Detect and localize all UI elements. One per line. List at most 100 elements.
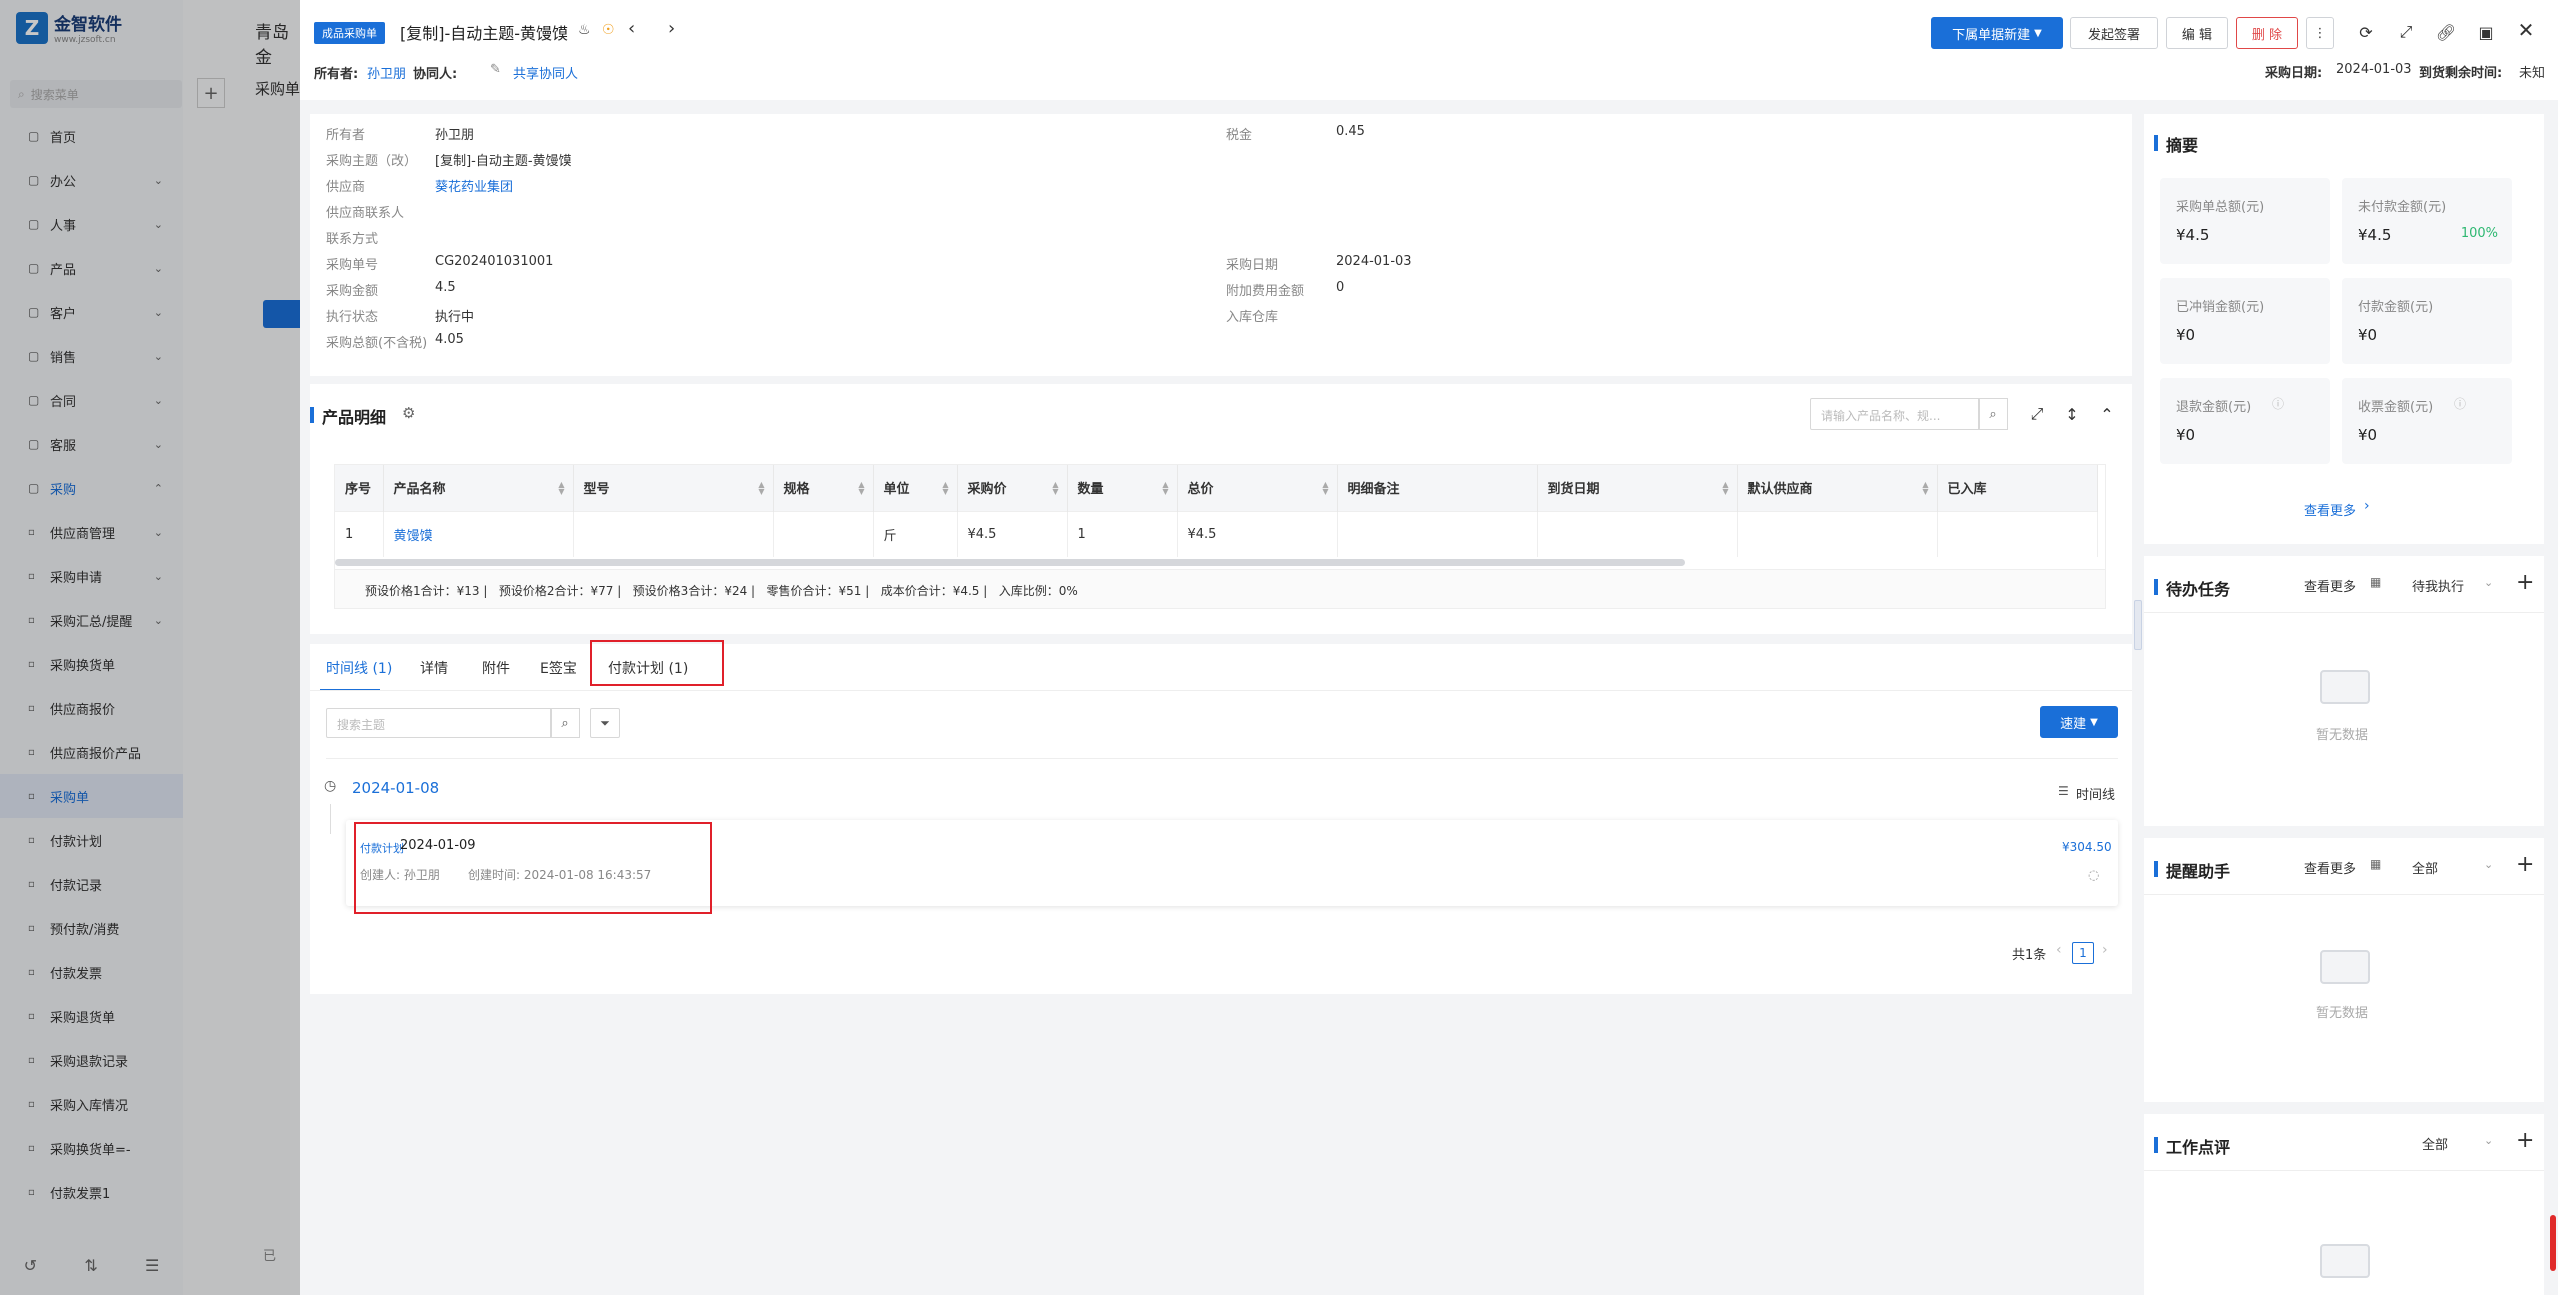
todo-more-link[interactable]: 查看更多	[2304, 576, 2356, 595]
history-icon[interactable]: ↺	[24, 1256, 37, 1275]
share-collab-link[interactable]: 共享协同人	[513, 63, 578, 82]
column-header[interactable]: 单位 ▲ ▼	[873, 465, 958, 511]
column-header[interactable]: 明细备注	[1337, 465, 1538, 511]
sidebar-subitem-9[interactable]: ▫ 预付款/消费	[0, 906, 183, 950]
sidebar-item-4[interactable]: ▢ 客户 ⌄	[0, 290, 183, 334]
fullscreen-icon[interactable]: ⤢	[2394, 20, 2418, 44]
review-filter-select[interactable]: 全部	[2422, 1134, 2448, 1153]
table-cell[interactable]: 黄馒馍	[383, 510, 574, 557]
column-header[interactable]: 默认供应商 ▲ ▼	[1737, 465, 1938, 511]
column-header[interactable]: 到货日期 ▲ ▼	[1537, 465, 1738, 511]
sidebar-item-0[interactable]: ▢ 首页	[0, 114, 183, 158]
sort-icon[interactable]: ▲ ▼	[1722, 481, 1728, 496]
sidebar-item-2[interactable]: ▢ 人事 ⌄	[0, 202, 183, 246]
column-header[interactable]: 总价 ▲ ▼	[1177, 465, 1338, 511]
calendar-icon[interactable]: ▦	[2370, 575, 2381, 589]
print-icon[interactable]: ▣	[2474, 20, 2498, 44]
sort-icon[interactable]: ▲ ▼	[558, 481, 564, 496]
tab-0[interactable]: 时间线 (1)	[326, 658, 392, 678]
edit-button[interactable]: 编 辑	[2166, 17, 2228, 49]
settings-gear-icon[interactable]: ⚙	[402, 404, 415, 422]
refresh-icon[interactable]: ⟳	[2354, 20, 2378, 44]
summary-more-link[interactable]: 查看更多	[2304, 500, 2356, 519]
sort-icon[interactable]: ▲ ▼	[1322, 481, 1328, 496]
floating-scroll-indicator[interactable]	[2550, 1215, 2556, 1271]
calendar-icon[interactable]: ▦	[2370, 857, 2381, 871]
expand-icon[interactable]: ⤢	[2025, 402, 2049, 426]
sort-icon[interactable]: ▲ ▼	[1052, 481, 1058, 496]
sort-icon[interactable]: ▲ ▼	[1922, 481, 1928, 496]
sidebar-subitem-12[interactable]: ▫ 采购退款记录	[0, 1038, 183, 1082]
sidebar-subitem-1[interactable]: ▫ 采购申请 ⌄	[0, 554, 183, 598]
add-todo-icon[interactable]: +	[2516, 570, 2534, 595]
sort-icon[interactable]: ▲ ▼	[1162, 481, 1168, 496]
vertical-resize-icon[interactable]: ↕	[2060, 402, 2084, 426]
column-header[interactable]: 采购价 ▲ ▼	[957, 465, 1068, 511]
prev-record-icon[interactable]: ‹	[628, 18, 635, 39]
page-prev-icon[interactable]: ‹	[2056, 942, 2062, 958]
column-header[interactable]: 序号	[335, 465, 384, 511]
help-icon[interactable]: ⓘ	[2454, 395, 2466, 412]
sidebar-subitem-8[interactable]: ▫ 付款记录	[0, 862, 183, 906]
sidebar-item-6[interactable]: ▢ 合同 ⌄	[0, 378, 183, 422]
sort-icon[interactable]: ▲ ▼	[942, 481, 948, 496]
sidebar-item-3[interactable]: ▢ 产品 ⌄	[0, 246, 183, 290]
comment-icon[interactable]: ◌	[2088, 868, 2099, 883]
sidebar-subitem-4[interactable]: ▫ 供应商报价	[0, 686, 183, 730]
page-next-icon[interactable]: ›	[2102, 942, 2108, 958]
info-value[interactable]: 葵花药业集团	[435, 176, 513, 195]
tab-2[interactable]: 附件	[482, 658, 510, 678]
reminder-filter-select[interactable]: 全部	[2412, 858, 2438, 877]
basket-icon[interactable]: ♨	[578, 22, 591, 38]
sidebar-subitem-14[interactable]: ▫ 采购换货单=-	[0, 1126, 183, 1170]
delete-button[interactable]: 删 除	[2236, 17, 2298, 49]
add-menu-button[interactable]: +	[197, 78, 225, 108]
timeline-view-icon[interactable]: ☰	[2058, 784, 2069, 798]
sidebar-item-5[interactable]: ▢ 销售 ⌄	[0, 334, 183, 378]
table-row[interactable]: 1 黄馒馍斤 ¥4.5 1 ¥4.5	[335, 510, 2098, 557]
column-header[interactable]: 数量 ▲ ▼	[1067, 465, 1178, 511]
timeline-view-label[interactable]: 时间线	[2076, 784, 2115, 803]
sidebar-subitem-15[interactable]: ▫ 付款发票1	[0, 1170, 183, 1214]
add-reminder-icon[interactable]: +	[2516, 852, 2534, 877]
sign-button[interactable]: 发起签署	[2070, 17, 2158, 49]
sidebar-item-1[interactable]: ▢ 办公 ⌄	[0, 158, 183, 202]
more-actions-icon[interactable]: ⋮	[2306, 17, 2334, 49]
add-review-icon[interactable]: +	[2516, 1128, 2534, 1153]
menu-search-input[interactable]: ⌕ 搜索菜单	[10, 80, 182, 108]
sidebar-subitem-2[interactable]: ▫ 采购汇总/提醒 ⌄	[0, 598, 183, 642]
sidebar-subitem-0[interactable]: ▫ 供应商管理 ⌄	[0, 510, 183, 554]
collapse-up-icon[interactable]: ⌃	[2095, 402, 2119, 426]
product-search-input[interactable]: 请输入产品名称、规...	[1810, 398, 1980, 430]
collapse-menu-icon[interactable]: ☰	[145, 1256, 159, 1275]
column-header[interactable]: 型号 ▲ ▼	[573, 465, 774, 511]
table-horizontal-scrollbar[interactable]	[335, 559, 1685, 566]
sidebar-subitem-7[interactable]: ▫ 付款计划	[0, 818, 183, 862]
sidebar-subitem-13[interactable]: ▫ 采购入库情况	[0, 1082, 183, 1126]
quick-create-button[interactable]: 速建 ▼	[2040, 706, 2118, 738]
sidebar-subitem-6[interactable]: ▫ 采购单	[0, 774, 183, 818]
link-icon[interactable]: 🔗︎	[2434, 20, 2458, 44]
panel-drag-handle[interactable]	[2134, 600, 2142, 650]
sort-icon[interactable]: ▲ ▼	[758, 481, 764, 496]
sidebar-subitem-10[interactable]: ▫ 付款发票	[0, 950, 183, 994]
help-icon[interactable]: ⓘ	[2272, 395, 2284, 412]
page-current[interactable]: 1	[2072, 942, 2094, 964]
todo-filter-select[interactable]: 待我执行	[2412, 576, 2464, 595]
star-icon[interactable]: ☉	[602, 22, 615, 38]
tab-1[interactable]: 详情	[420, 658, 448, 678]
timeline-search-icon[interactable]: ⌕	[550, 708, 580, 738]
timeline-search-input[interactable]: 搜索主题	[326, 708, 552, 738]
owner-link[interactable]: 孙卫朋	[367, 63, 406, 82]
sort-icon[interactable]: ▲ ▼	[858, 481, 864, 496]
sidebar-subitem-3[interactable]: ▫ 采购换货单	[0, 642, 183, 686]
new-sub-doc-button[interactable]: 下属单据新建 ▼	[1931, 17, 2063, 49]
reminder-more-link[interactable]: 查看更多	[2304, 858, 2356, 877]
sidebar-subitem-5[interactable]: ▫ 供应商报价产品	[0, 730, 183, 774]
column-header[interactable]: 已入库	[1937, 465, 2098, 511]
sidebar-item-7[interactable]: ▢ 客服 ⌄	[0, 422, 183, 466]
chevron-right-icon[interactable]: ›	[2364, 498, 2370, 514]
sidebar-subitem-11[interactable]: ▫ 采购退货单	[0, 994, 183, 1038]
column-header[interactable]: 产品名称 ▲ ▼	[383, 465, 574, 511]
close-icon[interactable]: ✕	[2514, 18, 2538, 42]
